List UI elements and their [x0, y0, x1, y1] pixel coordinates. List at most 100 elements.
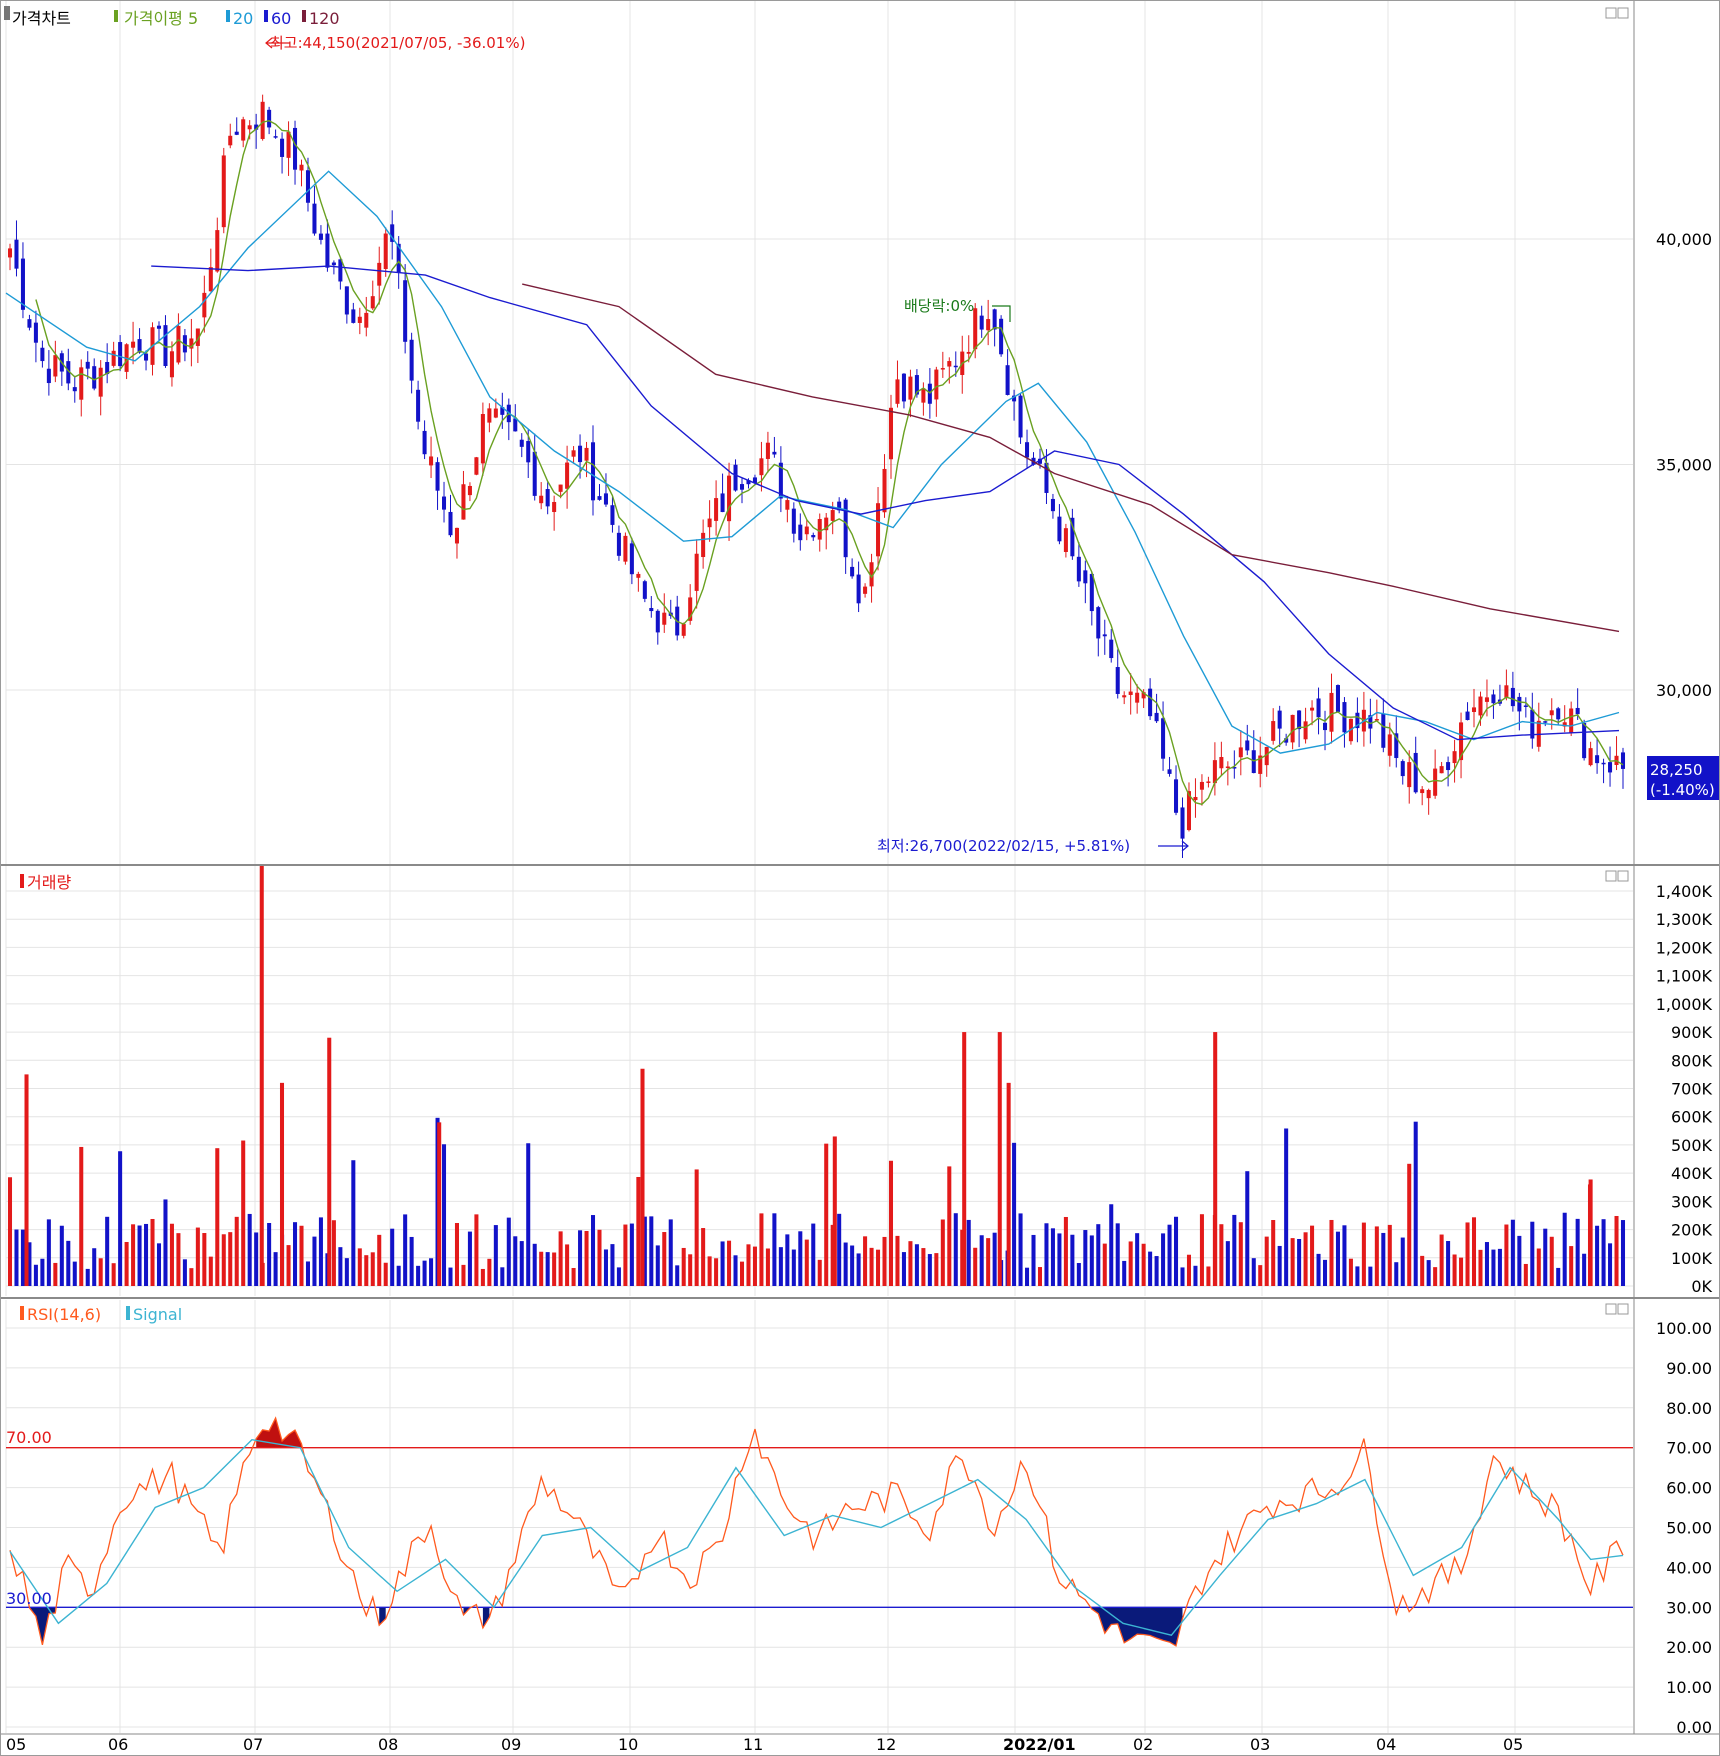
volume-bar: [1504, 1224, 1509, 1286]
volume-bar: [1497, 1248, 1502, 1286]
volume-tick-label: 600K: [1671, 1108, 1713, 1127]
volume-bar: [137, 1225, 142, 1286]
rsi-tick-label: 60.00: [1666, 1479, 1712, 1498]
panel-close-icon: [1617, 870, 1629, 882]
candle-body: [623, 535, 628, 562]
volume-bar: [616, 1267, 621, 1286]
volume-bar: [254, 1232, 259, 1286]
volume-bar: [785, 1234, 790, 1286]
volume-bar: [273, 1252, 278, 1286]
volume-bar: [1342, 1225, 1347, 1286]
candle-body: [1471, 707, 1477, 713]
candle-body: [1478, 696, 1483, 716]
volume-bar: [914, 1244, 919, 1286]
volume-bar: [1186, 1254, 1191, 1286]
volume-bar: [739, 1261, 745, 1286]
volume-bar: [111, 1263, 116, 1286]
volume-bar: [668, 1219, 673, 1286]
candle-body: [1433, 768, 1438, 796]
volume-bar: [519, 1241, 524, 1286]
candle-body: [1620, 752, 1626, 769]
candle-body: [759, 458, 764, 476]
candle-body: [1517, 696, 1522, 712]
candle-body: [1083, 570, 1088, 584]
volume-bar: [1322, 1259, 1328, 1286]
candle-body: [1063, 528, 1068, 552]
volume-bar: [817, 1259, 822, 1286]
candle-body: [616, 532, 621, 556]
candle-body: [27, 319, 32, 328]
candle-body: [642, 581, 647, 599]
volume-bar: [1025, 1267, 1030, 1286]
candle-body: [118, 342, 123, 367]
candle-body: [53, 355, 58, 377]
candle-body: [403, 280, 408, 342]
candle-body: [241, 119, 246, 141]
volume-bar: [1161, 1233, 1166, 1286]
volume-bar: [215, 1148, 220, 1286]
volume-bar: [1096, 1224, 1101, 1286]
volume-bar: [649, 1216, 654, 1286]
x-tick-label: 10: [618, 1735, 638, 1754]
candle-body: [92, 366, 97, 389]
volume-bar: [176, 1233, 181, 1286]
candle-body: [480, 414, 485, 464]
volume-bar: [1335, 1231, 1340, 1286]
candle-body: [1556, 708, 1561, 720]
candle-body: [720, 493, 725, 513]
candle-body: [1290, 714, 1295, 743]
volume-bar-spike: [997, 1032, 1002, 1286]
volume-bar: [973, 1247, 978, 1286]
panel-minimize-icon: [1605, 1303, 1617, 1315]
candle-body: [636, 573, 641, 578]
candle-body: [1582, 722, 1587, 759]
volume-bar: [1549, 1236, 1554, 1286]
volume-bar: [850, 1245, 855, 1286]
volume-bar: [1238, 1222, 1243, 1286]
volume-bar: [1400, 1237, 1405, 1286]
volume-bar: [1251, 1258, 1256, 1286]
volume-bar: [429, 1258, 434, 1286]
candle-body: [888, 407, 894, 460]
candle-body: [1381, 713, 1386, 748]
candle-body: [539, 495, 544, 504]
volume-bar: [1433, 1267, 1438, 1286]
volume-bar: [92, 1248, 97, 1286]
candle-body: [830, 510, 835, 521]
volume-bar: [811, 1223, 816, 1286]
volume-bar: [888, 1160, 894, 1286]
volume-bar: [603, 1249, 608, 1286]
volume-bar: [837, 1213, 842, 1286]
candle-body: [260, 101, 265, 139]
volume-bar: [1271, 1220, 1276, 1286]
volume-bar: [701, 1228, 706, 1286]
volume-bar: [798, 1231, 803, 1286]
volume-bar: [1135, 1233, 1140, 1286]
candle-body: [804, 526, 809, 535]
x-tick-label: 12: [876, 1735, 896, 1754]
volume-bar: [966, 1219, 971, 1286]
volume-bar: [169, 1223, 174, 1286]
candle-body: [791, 508, 796, 534]
candle-body: [1238, 747, 1243, 758]
candle-body: [1608, 762, 1613, 773]
volume-bar: [422, 1260, 427, 1286]
volume-bar: [144, 1223, 149, 1286]
candle-body: [1122, 695, 1127, 698]
volume-bar: [163, 1199, 168, 1286]
legend-marker-signal: [126, 1306, 130, 1320]
volume-bar: [636, 1176, 641, 1286]
candle-body: [46, 368, 51, 384]
volume-bar: [953, 1213, 958, 1286]
volume-tick-label: 1,400K: [1656, 882, 1713, 901]
volume-bar: [234, 1216, 239, 1286]
candle-body: [1413, 752, 1418, 793]
candle-body: [98, 367, 103, 397]
low-annotation: 최저:26,700(2022/02/15, +5.81%): [877, 837, 1130, 855]
candle-body: [785, 500, 790, 510]
volume-bar: [979, 1235, 984, 1286]
volume-bar: [351, 1160, 356, 1286]
candle-body: [992, 309, 997, 330]
volume-bar: [1381, 1232, 1386, 1286]
candle-body: [1089, 573, 1094, 612]
